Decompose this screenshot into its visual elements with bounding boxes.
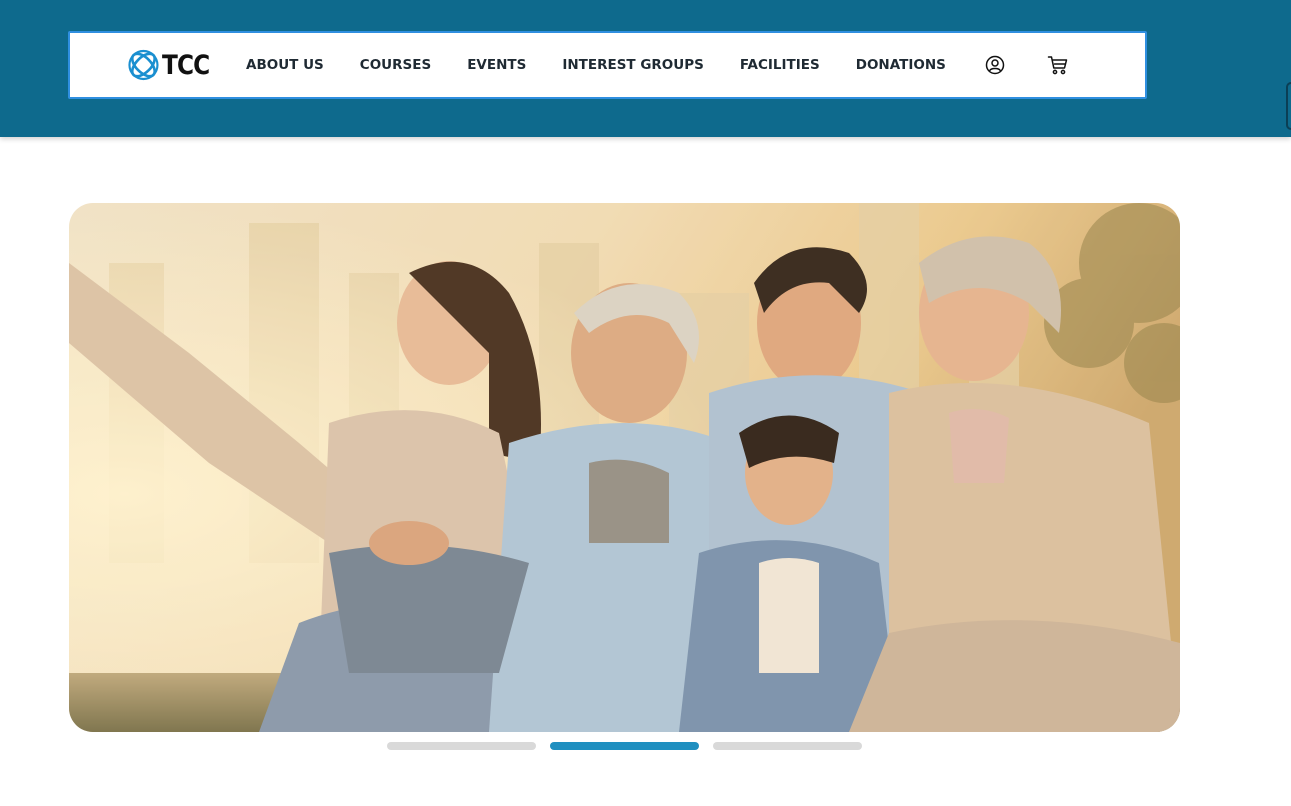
- hero-banner: [69, 203, 1180, 732]
- tcc-orbit-logo-icon: [128, 49, 159, 81]
- main-navbar: TCC ABOUT US COURSES EVENTS INTEREST GRO…: [68, 31, 1147, 99]
- account-button[interactable]: [982, 52, 1008, 78]
- logo-text: TCC: [161, 49, 210, 81]
- shopping-cart-icon: [1047, 56, 1068, 75]
- carousel-dot-2[interactable]: [550, 742, 699, 750]
- nav-links: ABOUT US COURSES EVENTS INTEREST GROUPS …: [246, 33, 982, 97]
- user-account-icon: [985, 55, 1005, 75]
- carousel-dot-3[interactable]: [713, 742, 862, 750]
- nav-link-courses[interactable]: COURSES: [360, 57, 431, 73]
- family-sunset-photo: [69, 203, 1180, 732]
- cart-button[interactable]: [1045, 52, 1071, 78]
- side-panel-tab[interactable]: [1286, 82, 1291, 130]
- nav-link-donations[interactable]: DONATIONS: [856, 57, 946, 73]
- nav-link-facilities[interactable]: FACILITIES: [740, 57, 820, 73]
- tcc-logo[interactable]: TCC: [127, 45, 217, 85]
- nav-link-events[interactable]: EVENTS: [467, 57, 526, 73]
- nav-icons: [982, 51, 1071, 79]
- nav-link-interest-groups[interactable]: INTEREST GROUPS: [562, 57, 704, 73]
- carousel-indicators: [387, 742, 876, 750]
- nav-link-about-us[interactable]: ABOUT US: [246, 57, 324, 73]
- carousel-dot-1[interactable]: [387, 742, 536, 750]
